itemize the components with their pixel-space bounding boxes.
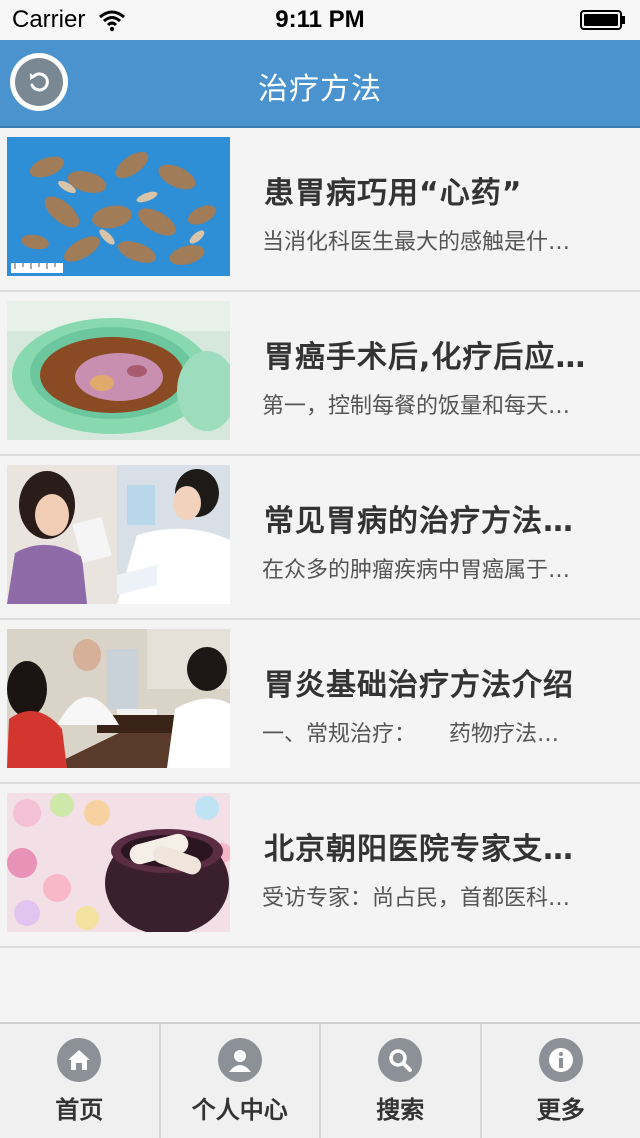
nav-bar: 治疗方法 bbox=[0, 40, 640, 128]
tab-label: 首页 bbox=[0, 1090, 159, 1125]
article-title: 北京朝阳医院专家支… bbox=[264, 824, 604, 868]
tab-label: 个人中心 bbox=[161, 1090, 320, 1125]
article-title: 患胃病巧用“心药” bbox=[264, 168, 604, 212]
info-icon bbox=[539, 1038, 583, 1082]
tab-label: 更多 bbox=[482, 1090, 640, 1125]
user-icon bbox=[218, 1038, 262, 1082]
tea-cup-image bbox=[7, 301, 230, 440]
tab-search[interactable]: 搜索 bbox=[321, 1024, 482, 1138]
tab-label: 搜索 bbox=[321, 1090, 480, 1125]
consultation-image bbox=[7, 629, 230, 768]
pills-jar-image bbox=[7, 793, 230, 932]
list-item[interactable]: 患胃病巧用“心药” 当消化科医生最大的感触是什… bbox=[0, 128, 640, 292]
status-bar: Carrier 9:11 PM bbox=[0, 0, 640, 40]
page-title: 治疗方法 bbox=[0, 64, 640, 108]
article-summary: 当消化科医生最大的感触是什… bbox=[262, 224, 606, 256]
article-title: 胃炎基础治疗方法介绍 bbox=[264, 660, 604, 704]
article-list: 患胃病巧用“心药” 当消化科医生最大的感触是什… 胃癌手术后,化疗后应… 第一，… bbox=[0, 128, 640, 948]
article-title: 常见胃病的治疗方法… bbox=[264, 496, 604, 540]
tab-more[interactable]: 更多 bbox=[482, 1024, 640, 1138]
article-summary: 第一，控制每餐的饭量和每天… bbox=[262, 388, 606, 420]
article-summary: 在众多的肿瘤疾病中胃癌属于… bbox=[262, 552, 606, 584]
battery-icon bbox=[580, 10, 626, 30]
tab-home[interactable]: 首页 bbox=[0, 1024, 161, 1138]
status-time: 9:11 PM bbox=[0, 6, 640, 34]
article-summary: 受访专家：尚占民，首都医科… bbox=[262, 880, 606, 912]
home-icon bbox=[57, 1038, 101, 1082]
list-item[interactable]: 胃癌手术后,化疗后应… 第一，控制每餐的饭量和每天… bbox=[0, 292, 640, 456]
tab-profile[interactable]: 个人中心 bbox=[161, 1024, 322, 1138]
doctor-patient-image bbox=[7, 465, 230, 604]
list-item[interactable]: 胃炎基础治疗方法介绍 一、常规治疗： 药物疗法… bbox=[0, 620, 640, 784]
dried-herbs-image bbox=[7, 137, 230, 276]
list-item[interactable]: 常见胃病的治疗方法… 在众多的肿瘤疾病中胃癌属于… bbox=[0, 456, 640, 620]
list-item[interactable]: 北京朝阳医院专家支… 受访专家：尚占民，首都医科… bbox=[0, 784, 640, 948]
article-title: 胃癌手术后,化疗后应… bbox=[264, 332, 604, 376]
article-summary: 一、常规治疗： 药物疗法… bbox=[262, 716, 606, 748]
search-icon bbox=[378, 1038, 422, 1082]
tab-bar: 首页 个人中心 搜索 更多 bbox=[0, 1022, 640, 1138]
